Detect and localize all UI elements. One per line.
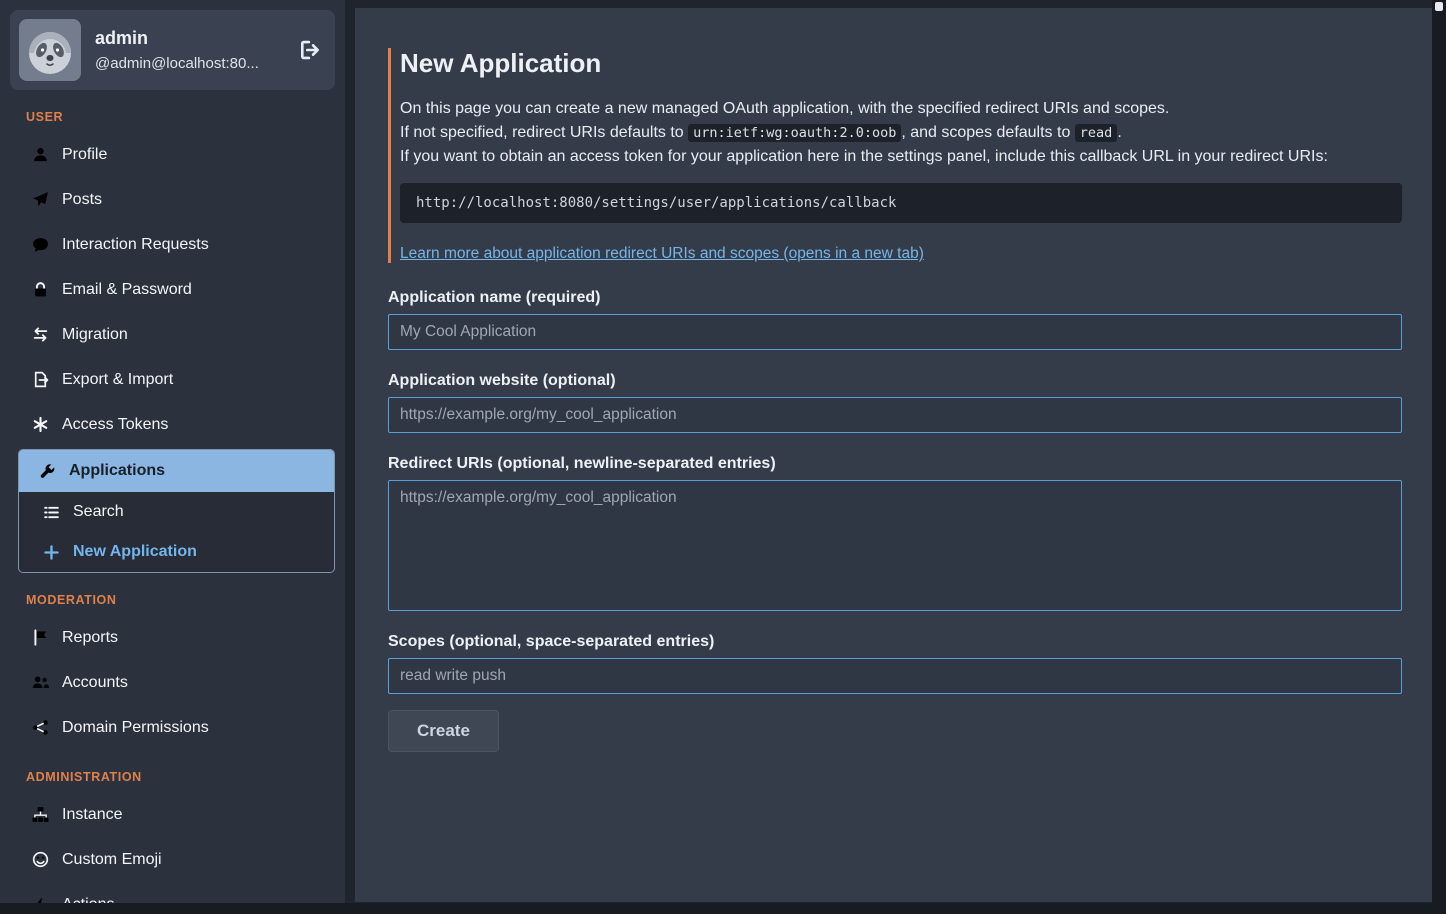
share-nodes-icon [32, 719, 49, 736]
sidebar-item-label: Actions [62, 896, 114, 904]
sidebar-item-actions[interactable]: Actions [10, 882, 335, 903]
inline-code-read: read [1075, 124, 1118, 142]
sidebar-item-interaction-requests[interactable]: Interaction Requests [10, 222, 335, 267]
sidebar-item-label: Email & Password [62, 281, 192, 299]
sidebar-item-posts[interactable]: Posts [10, 177, 335, 222]
create-button[interactable]: Create [388, 710, 499, 752]
sidebar-item-email-password[interactable]: Email & Password [10, 267, 335, 312]
settings-sidebar: admin @admin@localhost:80... USER Profil… [0, 0, 345, 903]
sidebar-item-label: Domain Permissions [62, 719, 209, 737]
sidebar-item-label: Accounts [62, 674, 128, 692]
sidebar-item-label: Export & Import [62, 371, 173, 389]
sidebar-item-label: Applications [69, 462, 165, 480]
sidebar-item-reports[interactable]: Reports [10, 615, 335, 660]
users-icon [32, 674, 49, 691]
sidebar-item-instance[interactable]: Instance [10, 792, 335, 837]
avatar [19, 19, 81, 81]
intro-line-2-text: If not specified, redirect URIs defaults… [400, 124, 688, 141]
user-handle: @admin@localhost:80... [95, 55, 259, 72]
sidebar-item-domain-permissions[interactable]: Domain Permissions [10, 705, 335, 750]
user-meta: admin @admin@localhost:80... [95, 28, 259, 72]
sloth-avatar-image [19, 19, 81, 81]
page-title: New Application [400, 48, 1402, 79]
section-header-administration: ADMINISTRATION [26, 770, 335, 784]
intro-section: New Application On this page you can cre… [388, 48, 1402, 263]
sidebar-item-label: Posts [62, 191, 102, 209]
wrench-icon [39, 463, 56, 480]
vertical-scrollbar-track[interactable] [1432, 0, 1446, 914]
asterisk-icon [32, 416, 49, 433]
lock-icon [32, 281, 49, 298]
sidebar-item-label: New Application [73, 543, 197, 561]
sidebar-item-label: Migration [62, 326, 128, 344]
sidebar-item-label: Instance [62, 806, 122, 824]
section-header-moderation: MODERATION [26, 593, 335, 607]
user-name: admin [95, 28, 259, 49]
sidebar-item-label: Custom Emoji [62, 851, 162, 869]
intro-line-2: If not specified, redirect URIs defaults… [400, 121, 1402, 145]
sidebar-item-profile[interactable]: Profile [10, 132, 335, 177]
arrows-left-right-icon [32, 326, 49, 343]
sidebar-item-label: Access Tokens [62, 416, 168, 434]
sidebar-item-accounts[interactable]: Accounts [10, 660, 335, 705]
comment-icon [32, 236, 49, 253]
sidebar-item-label: Interaction Requests [62, 236, 209, 254]
application-website-label: Application website (optional) [388, 372, 1402, 390]
flag-icon [32, 629, 49, 646]
redirect-uris-label: Redirect URIs (optional, newline-separat… [388, 455, 1402, 473]
intro-line-1: On this page you can create a new manage… [400, 97, 1402, 121]
scopes-label: Scopes (optional, space-separated entrie… [388, 633, 1402, 651]
intro-line-2-text: , and scopes defaults to [901, 124, 1074, 141]
sidebar-item-custom-emoji[interactable]: Custom Emoji [10, 837, 335, 882]
inline-code-oob: urn:ietf:wg:oauth:2.0:oob [688, 124, 901, 142]
learn-more-link[interactable]: Learn more about application redirect UR… [400, 245, 924, 263]
sitemap-icon [32, 806, 49, 823]
application-website-input[interactable] [388, 397, 1402, 433]
user-card[interactable]: admin @admin@localhost:80... [10, 10, 335, 90]
sidebar-item-label: Search [73, 503, 124, 521]
redirect-uris-textarea[interactable] [388, 480, 1402, 611]
section-header-user: USER [26, 110, 335, 124]
sidebar-item-access-tokens[interactable]: Access Tokens [10, 402, 335, 447]
vertical-scrollbar-thumb[interactable] [1435, 2, 1443, 11]
smile-icon [32, 851, 49, 868]
intro-line-2-text: . [1117, 124, 1121, 141]
sidebar-item-label: Reports [62, 629, 118, 647]
applications-group: Applications Search New Application [18, 449, 335, 573]
plus-icon [43, 544, 60, 561]
paper-plane-icon [32, 191, 49, 208]
scopes-input[interactable] [388, 658, 1402, 694]
application-name-label: Application name (required) [388, 289, 1402, 307]
sidebar-subitem-search[interactable]: Search [19, 492, 334, 532]
sign-out-icon[interactable] [299, 39, 321, 61]
new-application-form: Application name (required) Application … [388, 289, 1402, 752]
sidebar-item-applications-active[interactable]: Applications [19, 450, 334, 492]
sidebar-item-export-import[interactable]: Export & Import [10, 357, 335, 402]
application-name-input[interactable] [388, 314, 1402, 350]
file-export-icon [32, 371, 49, 388]
user-icon [32, 146, 49, 163]
sidebar-subitem-new-application-active[interactable]: New Application [19, 532, 334, 572]
intro-line-3: If you want to obtain an access token fo… [400, 145, 1402, 169]
horizontal-scrollbar-track[interactable] [0, 903, 1446, 914]
sidebar-item-migration[interactable]: Migration [10, 312, 335, 357]
bolt-icon [32, 896, 49, 903]
callback-url-code-block: http://localhost:8080/settings/user/appl… [400, 183, 1402, 223]
sidebar-item-label: Profile [62, 146, 107, 164]
list-icon [43, 504, 60, 521]
main-panel: New Application On this page you can cre… [355, 8, 1432, 902]
